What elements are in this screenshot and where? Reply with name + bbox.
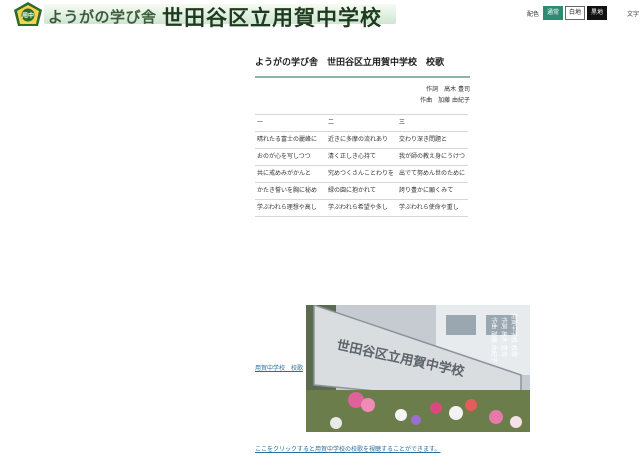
composer: 作曲 加藤 由紀子 [420,97,470,104]
table-header-row: 一 二 三 [255,114,468,132]
lyric-cell: 我が師の教え身にうけつ [397,148,468,166]
logo-school-name: 世田谷区立用賀中学校 [162,6,382,30]
logo-tagline: ようがの学び舎 [48,8,157,26]
song-credits: 作詞 高木 豊司 作曲 加藤 由紀子 [255,84,470,106]
table-row: かたき誓いを胸に秘め 緑の園に抱かれて 誇り豊かに願くみて [255,182,468,200]
color-black-button[interactable]: 黒地 [587,6,608,20]
lyric-cell: 晴れたる富士の麗峰に [255,131,326,149]
school-song-video-link[interactable]: 用賀中学校 校歌 [255,363,303,372]
video-overlay-lyricist: 作詞 高木 豊司 [500,317,508,357]
lyric-cell: 学ぶわれら使命や重し [397,199,468,217]
lyric-cell: 緑の園に抱かれて [326,182,397,200]
watch-song-link[interactable]: ここをクリックすると用賀中学校の校歌を視聴することができます。 [255,444,440,453]
school-song-table: 一 二 三 晴れたる富士の麗峰に 近きに多摩の流れあり 交わり深き問題と おのが… [255,114,468,217]
lyric-cell: 学ぶわれら希望や多し [326,199,397,217]
lyric-cell: 出でて努めん世のために [397,165,468,183]
lyric-cell: 学ぶわれら理想や高し [255,199,326,217]
video-overlay-composer: 作曲 加藤 由紀子 [490,317,498,363]
emblem-text: 用中 [21,12,34,20]
table-row: 共に戒めみがかんと 究めつくさんことわりを 出でて努めん世のために [255,165,468,183]
page-title: ようがの学び舎 世田谷区立用賀中学校 校歌 [255,56,470,78]
lyric-cell: 共に戒めみがかんと [255,165,326,183]
color-normal-button[interactable]: 通常 [543,6,564,20]
font-size-label: 文字 [627,11,640,18]
school-emblem-icon: 用中 [14,2,42,26]
lyricist: 作詞 高木 豊司 [426,86,470,93]
main-content: ようがの学び舎 世田谷区立用賀中学校 校歌 作詞 高木 豊司 作曲 加藤 由紀子… [255,56,470,217]
school-song-video[interactable]: 世田谷区立用賀中学校 用賀中学校 校歌 作詞 高木 豊司 作曲 加藤 由紀子 [306,305,530,432]
table-row: おのが心を写しつつ 清く正しき心持て 我が師の教え身にうけつ [255,148,468,166]
color-scheme-label: 配色 [527,11,540,18]
lyric-cell: 交わり深き問題と [397,131,468,149]
verse-header: 二 [326,114,397,132]
lyric-cell: 近きに多摩の流れあり [326,131,397,149]
lyric-cell: かたき誓いを胸に秘め [255,182,326,200]
verse-header: 一 [255,114,326,132]
video-thumbnail: 世田谷区立用賀中学校 用賀中学校 校歌 作詞 高木 豊司 作曲 加藤 由紀子 [306,305,530,432]
table-row: 学ぶわれら理想や高し 学ぶわれら希望や多し 学ぶわれら使命や重し [255,199,468,217]
table-row: 晴れたる富士の麗峰に 近きに多摩の流れあり 交わり深き問題と [255,131,468,149]
lyric-cell: 究めつくさんことわりを [326,165,397,183]
site-logo[interactable]: 用中 ようがの学び舎 世田谷区立用賀中学校 [14,2,396,30]
color-white-button[interactable]: 白地 [565,6,586,20]
lyric-cell: おのが心を写しつつ [255,148,326,166]
verse-header: 三 [397,114,468,132]
site-header: 用中 ようがの学び舎 世田谷区立用賀中学校 配色 通常 白地 黒地 文字 [0,0,640,30]
lyric-cell: 清く正しき心持て [326,148,397,166]
video-overlay-title: 用賀中学校 校歌 [510,313,518,357]
lyric-cell: 誇り豊かに願くみて [397,182,468,200]
